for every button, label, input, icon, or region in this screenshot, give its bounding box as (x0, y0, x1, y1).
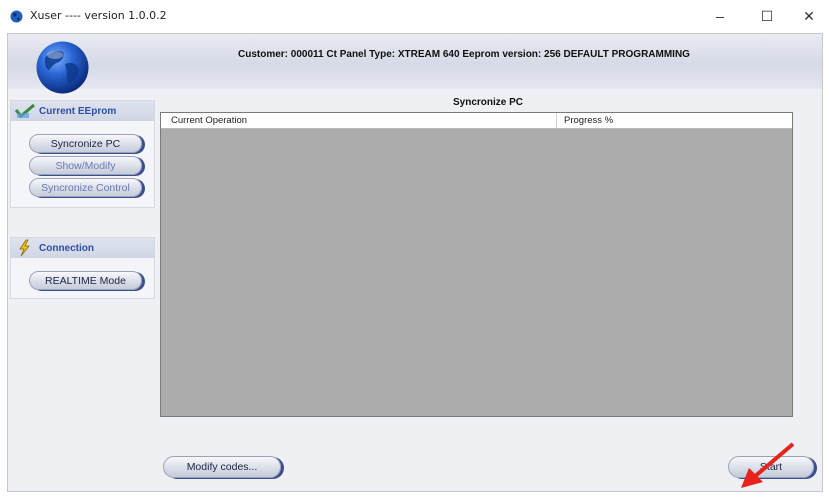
column-current-operation[interactable]: Current Operation (171, 115, 247, 126)
current-eeprom-title: Current EEprom (39, 105, 117, 117)
syncronize-pc-button[interactable]: Syncronize PC (29, 134, 142, 153)
app-globe-icon (10, 10, 23, 23)
syncronize-control-button[interactable]: Syncronize Control (29, 178, 142, 197)
close-button[interactable]: ✕ (789, 4, 829, 28)
column-progress[interactable]: Progress % (564, 115, 613, 126)
red-arrow-icon (741, 442, 795, 488)
maximize-button[interactable]: ☐ (747, 4, 787, 28)
title-bar: Xuser ---- version 1.0.0.2 – ☐ ✕ (0, 0, 829, 32)
eeprom-checkmark-icon (15, 103, 35, 119)
show-modify-button[interactable]: Show/Modify (29, 156, 142, 175)
realtime-mode-button[interactable]: REALTIME Mode (29, 271, 142, 290)
customer-info: Customer: 000011 Ct Panel Type: XTREAM 6… (238, 49, 690, 60)
table-header: Current Operation Progress % (161, 113, 792, 129)
globe-logo-icon (36, 41, 89, 94)
section-title: Syncronize PC (453, 97, 524, 108)
lightning-icon (19, 239, 30, 257)
connection-panel: Connection REALTIME Mode (10, 237, 155, 299)
column-divider[interactable] (556, 113, 557, 128)
header-band: Customer: 000011 Ct Panel Type: XTREAM 6… (8, 34, 822, 94)
operations-table: Current Operation Progress % (160, 112, 793, 417)
minimize-button[interactable]: – (700, 4, 740, 28)
connection-panel-header: Connection (11, 238, 154, 258)
modify-codes-button[interactable]: Modify codes... (163, 456, 281, 478)
main-window: Customer: 000011 Ct Panel Type: XTREAM 6… (7, 33, 823, 492)
window-title: Xuser ---- version 1.0.0.2 (30, 9, 167, 22)
connection-title: Connection (39, 242, 94, 254)
current-eeprom-panel: Current EEprom Syncronize PC Show/Modify… (10, 100, 155, 208)
current-eeprom-panel-header: Current EEprom (11, 101, 154, 121)
